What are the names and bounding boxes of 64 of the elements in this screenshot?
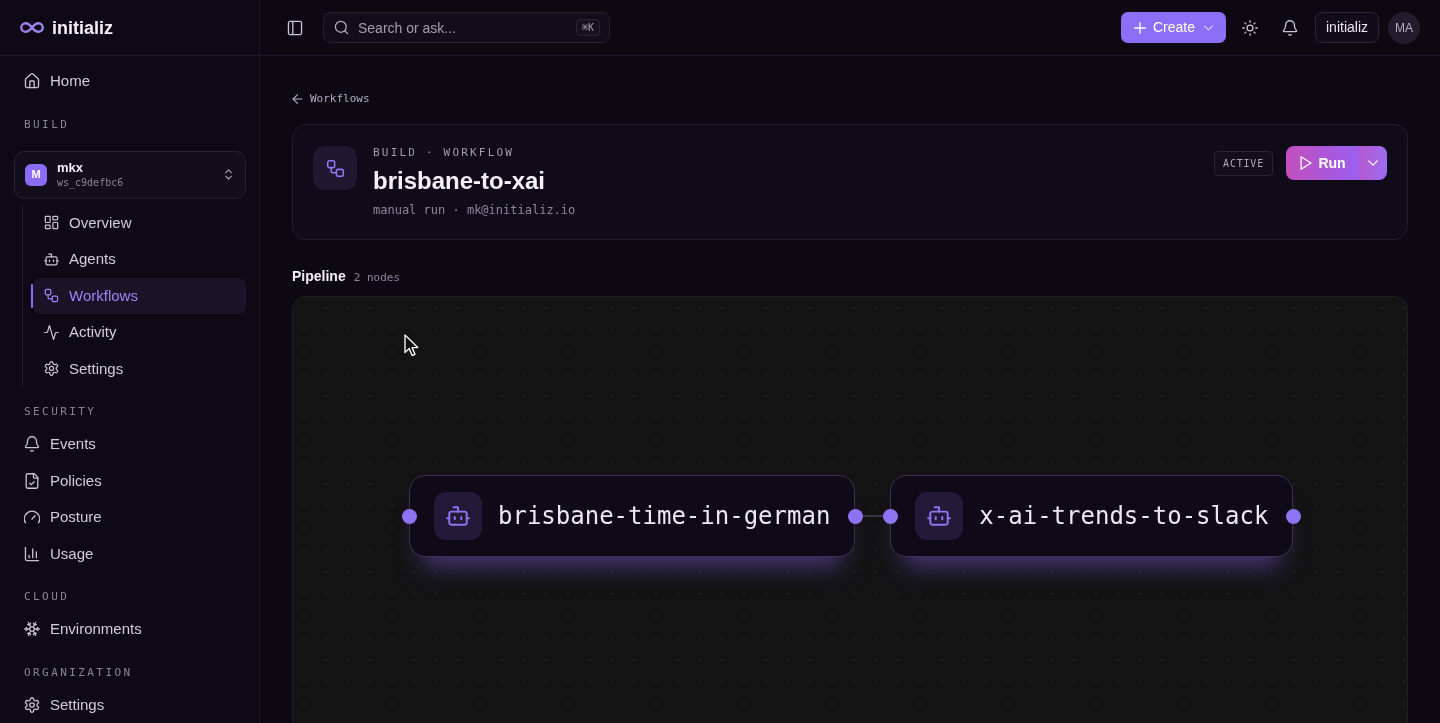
home-icon	[24, 73, 40, 90]
section-heading: Pipeline	[292, 268, 346, 284]
agent-node[interactable]: brisbane-time-in-german	[409, 475, 856, 557]
chevrons-up-down-icon	[223, 169, 234, 180]
dashboard-icon	[44, 215, 59, 231]
status-label: ACTIVE	[1214, 150, 1273, 176]
run-options-button[interactable]	[1359, 146, 1387, 180]
nav-item[interactable]: Workflows	[33, 277, 246, 314]
nav-item[interactable]: Activity	[33, 314, 246, 351]
robot-icon	[434, 492, 482, 540]
document-check-icon	[24, 472, 40, 489]
nav-item[interactable]: Events	[14, 426, 246, 463]
nav-item[interactable]: Posture	[14, 499, 246, 536]
run-button[interactable]: Run	[1286, 146, 1360, 180]
nav-item[interactable]: Agents	[33, 241, 246, 278]
sun-icon[interactable]	[1242, 19, 1258, 36]
robot-icon	[44, 251, 59, 267]
workspace-avatar: M	[25, 163, 47, 186]
bar-chart-icon	[24, 545, 40, 562]
create-button[interactable]: Create	[1120, 12, 1226, 43]
sidebar-panel-icon[interactable]	[287, 19, 303, 36]
back-link[interactable]: Workflows	[292, 92, 370, 106]
workspace-name: mkx	[57, 160, 85, 176]
node-count: 2 nodes	[353, 271, 401, 285]
brand-name: initializ	[52, 16, 113, 39]
section-title: ORGANIZATION	[24, 665, 133, 680]
nav-item[interactable]: Overview	[33, 204, 246, 241]
node-label: x-ai-trends-to-slack	[979, 501, 1269, 531]
mouse-pointer-icon	[404, 334, 419, 357]
organization-button[interactable]: initializ	[1315, 12, 1379, 43]
plus-icon	[1133, 21, 1146, 34]
snowflake-icon	[24, 621, 40, 638]
robot-icon	[915, 492, 964, 540]
section-title: CLOUD	[24, 590, 70, 604]
workflow-meta: manual run · mk@initializ.io	[373, 203, 576, 217]
section-title: BUILD	[24, 117, 70, 132]
settings-icon	[44, 361, 59, 377]
gauge-icon	[24, 509, 40, 526]
workflow-eyebrow: BUILD · WORKFLOW	[373, 146, 515, 160]
bell-icon	[24, 436, 40, 453]
workflow-title: brisbane-to-xai	[373, 166, 546, 196]
agent-node[interactable]: x-ai-trends-to-slack	[890, 475, 1294, 557]
connector-line	[862, 515, 883, 517]
play-icon	[1300, 156, 1313, 170]
section-title: SECURITY	[24, 405, 97, 419]
workflow-icon	[313, 146, 357, 190]
bell-icon[interactable]	[1282, 19, 1298, 36]
workspace-id: ws_c9defbc6	[57, 176, 124, 189]
caret-icon	[1368, 160, 1378, 166]
user-avatar[interactable]: MA	[1388, 11, 1420, 44]
nav-item[interactable]: Policies	[14, 462, 246, 499]
logo-icon	[20, 21, 44, 34]
nav-item[interactable]: Settings	[33, 350, 246, 387]
settings-icon	[24, 696, 40, 713]
nav-item[interactable]: Home	[14, 63, 246, 100]
nav-item[interactable]: Usage	[14, 535, 246, 572]
workspace-switcher[interactable]: M mkx ws_c9defbc6	[14, 150, 246, 199]
nav-item[interactable]: Settings	[14, 686, 246, 723]
pulse-icon	[44, 324, 59, 340]
nav-item[interactable]: Environments	[14, 611, 246, 648]
node-label: brisbane-time-in-german	[498, 501, 831, 531]
caret-icon	[1204, 24, 1213, 31]
workflow-icon	[44, 288, 59, 304]
search-icon	[334, 20, 349, 35]
